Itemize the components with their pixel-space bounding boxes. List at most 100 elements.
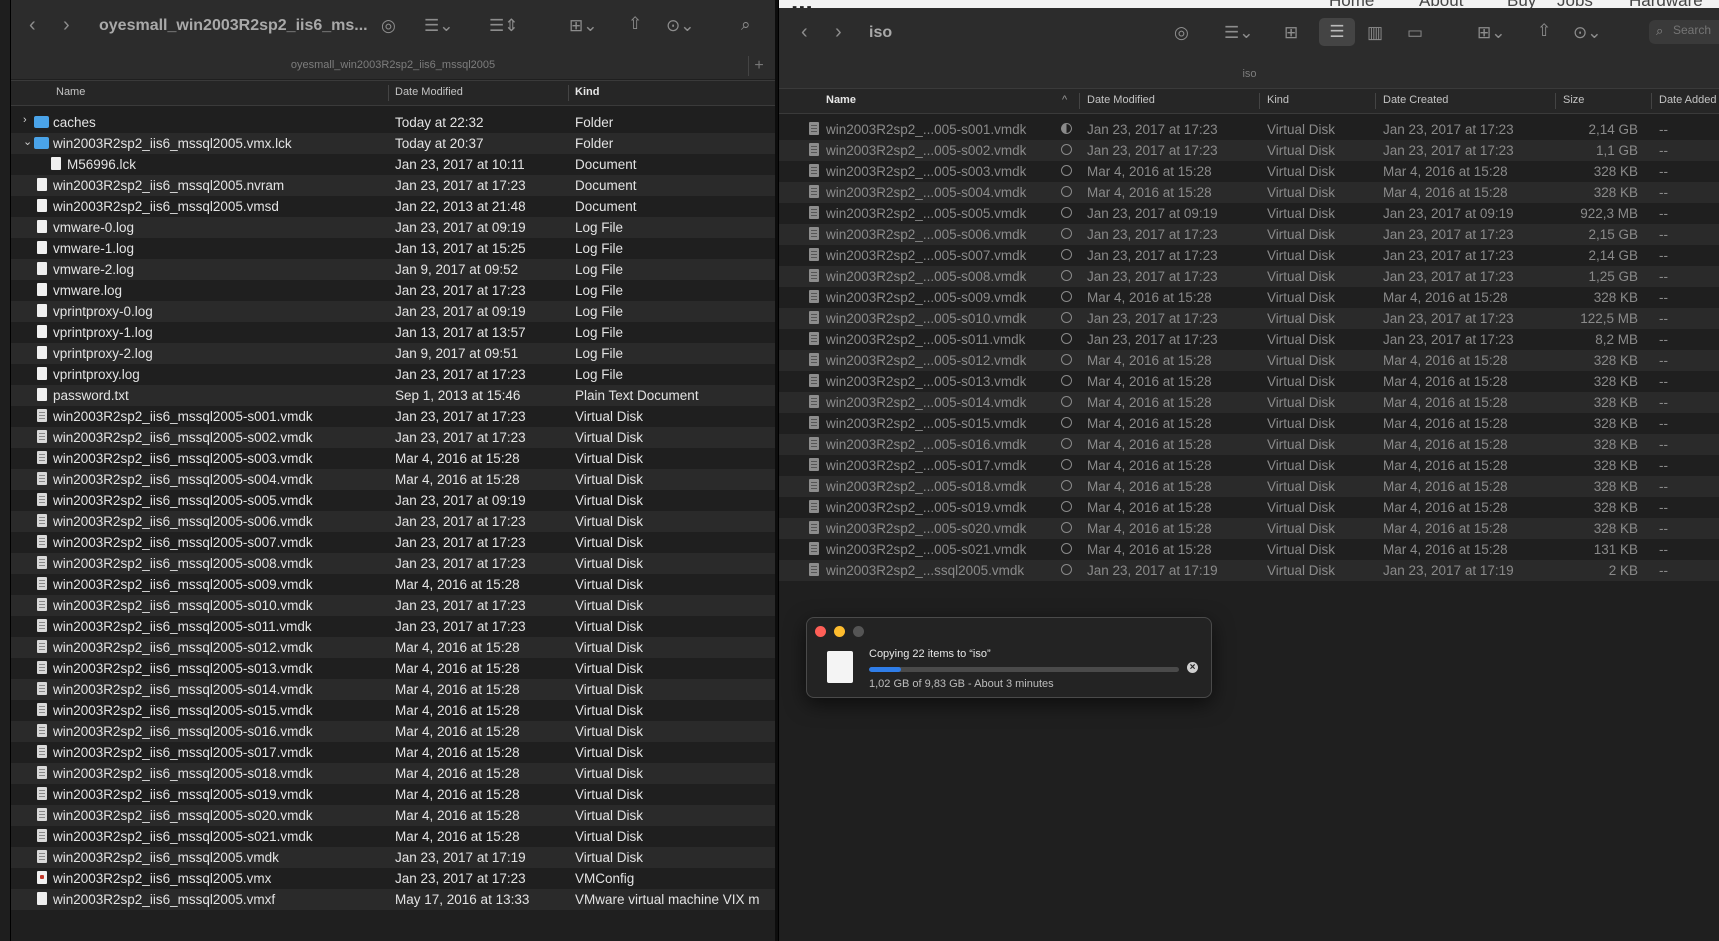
table-row[interactable]: win2003R2sp2_iis6_mssql2005-s009.vmdk Mar… <box>11 574 775 595</box>
table-row[interactable]: win2003R2sp2_...005-s018.vmdk Mar 4, 2016… <box>779 476 1719 497</box>
table-row[interactable]: win2003R2sp2_iis6_mssql2005.vmx Jan 23, 2… <box>11 868 775 889</box>
minimize-button[interactable] <box>834 626 845 637</box>
column-view-icon[interactable]: ▥ <box>1367 23 1383 43</box>
col-date-created[interactable]: Date Created <box>1383 94 1448 106</box>
list-view-icon[interactable]: ☰ <box>1319 18 1355 46</box>
zoom-button[interactable] <box>853 626 864 637</box>
table-row[interactable]: win2003R2sp2_...ssql2005.vmdk Jan 23, 201… <box>779 560 1719 581</box>
forward-icon[interactable]: › <box>835 22 842 42</box>
back-icon[interactable]: ‹ <box>29 15 36 35</box>
table-row[interactable]: win2003R2sp2_...005-s019.vmdk Mar 4, 2016… <box>779 497 1719 518</box>
table-row[interactable]: win2003R2sp2_...005-s013.vmdk Mar 4, 2016… <box>779 371 1719 392</box>
col-kind[interactable]: Kind <box>575 86 599 98</box>
table-row[interactable]: win2003R2sp2_iis6_mssql2005-s018.vmdk Mar… <box>11 763 775 784</box>
cancel-copy-icon[interactable]: × <box>1187 662 1198 673</box>
table-row[interactable]: ⌄ win2003R2sp2_iis6_mssql2005.vmx.lck Toda… <box>11 133 775 154</box>
sort-icon[interactable]: ☰⇕ <box>489 16 518 36</box>
table-row[interactable]: win2003R2sp2_...005-s009.vmdk Mar 4, 2016… <box>779 287 1719 308</box>
table-row[interactable]: password.txt Sep 1, 2013 at 15:46 Plain Te… <box>11 385 775 406</box>
disclosure-collapsed-icon[interactable]: › <box>23 114 27 126</box>
table-row[interactable]: win2003R2sp2_iis6_mssql2005-s008.vmdk Jan… <box>11 553 775 574</box>
table-row[interactable]: win2003R2sp2_...005-s020.vmdk Mar 4, 2016… <box>779 518 1719 539</box>
more-actions-icon[interactable]: ⊙⌄ <box>666 16 695 36</box>
table-row[interactable]: win2003R2sp2_iis6_mssql2005.nvram Jan 23,… <box>11 175 775 196</box>
forward-icon[interactable]: › <box>63 15 70 35</box>
table-row[interactable]: win2003R2sp2_...005-s008.vmdk Jan 23, 201… <box>779 266 1719 287</box>
table-row[interactable]: win2003R2sp2_iis6_mssql2005.vmsd Jan 22, … <box>11 196 775 217</box>
view-options-icon[interactable]: ⊞⌄ <box>1477 23 1506 43</box>
window-title: iso <box>869 24 893 41</box>
table-row[interactable]: vmware-2.log Jan 9, 2017 at 09:52 Log File <box>11 259 775 280</box>
table-row[interactable]: win2003R2sp2_...005-s017.vmdk Mar 4, 2016… <box>779 455 1719 476</box>
table-row[interactable]: win2003R2sp2_iis6_mssql2005-s012.vmdk Mar… <box>11 637 775 658</box>
table-row[interactable]: win2003R2sp2_iis6_mssql2005-s004.vmdk Mar… <box>11 469 775 490</box>
col-date-modified[interactable]: Date Modified <box>1087 94 1155 106</box>
table-row[interactable]: win2003R2sp2_iis6_mssql2005-s020.vmdk Mar… <box>11 805 775 826</box>
col-name[interactable]: Name <box>826 94 856 106</box>
table-row[interactable]: win2003R2sp2_iis6_mssql2005-s007.vmdk Jan… <box>11 532 775 553</box>
table-row[interactable]: win2003R2sp2_iis6_mssql2005-s016.vmdk Mar… <box>11 721 775 742</box>
group-icon[interactable]: ☰⌄ <box>424 16 453 36</box>
more-actions-icon[interactable]: ⊙⌄ <box>1573 23 1602 43</box>
table-row[interactable]: › caches Today at 22:32 Folder <box>11 112 775 133</box>
back-icon[interactable]: ‹ <box>801 22 808 42</box>
disclosure-expanded-icon[interactable]: ⌄ <box>23 135 32 148</box>
col-kind[interactable]: Kind <box>1267 94 1289 106</box>
airdrop-icon[interactable]: ◎ <box>381 16 396 36</box>
table-row[interactable]: vmware.log Jan 23, 2017 at 17:23 Log File <box>11 280 775 301</box>
table-row[interactable]: win2003R2sp2_...005-s007.vmdk Jan 23, 201… <box>779 245 1719 266</box>
col-size[interactable]: Size <box>1563 94 1584 106</box>
table-row[interactable]: win2003R2sp2_...005-s010.vmdk Jan 23, 201… <box>779 308 1719 329</box>
gallery-view-icon[interactable]: ▭ <box>1407 23 1423 43</box>
table-row[interactable]: win2003R2sp2_iis6_mssql2005-s010.vmdk Jan… <box>11 595 775 616</box>
airdrop-icon[interactable]: ◎ <box>1174 23 1189 43</box>
add-tab-button[interactable]: + <box>748 56 769 76</box>
col-name[interactable]: Name <box>56 86 85 98</box>
view-options-icon[interactable]: ⊞⌄ <box>569 16 598 36</box>
table-row[interactable]: win2003R2sp2_...005-s016.vmdk Mar 4, 2016… <box>779 434 1719 455</box>
table-row[interactable]: M56996.lck Jan 23, 2017 at 10:11 Document <box>11 154 775 175</box>
table-row[interactable]: win2003R2sp2_...005-s003.vmdk Mar 4, 2016… <box>779 161 1719 182</box>
table-row[interactable]: win2003R2sp2_...005-s006.vmdk Jan 23, 201… <box>779 224 1719 245</box>
table-row[interactable]: vprintproxy.log Jan 23, 2017 at 17:23 Log … <box>11 364 775 385</box>
table-row[interactable]: vprintproxy-2.log Jan 9, 2017 at 09:51 Log… <box>11 343 775 364</box>
table-row[interactable]: win2003R2sp2_iis6_mssql2005-s015.vmdk Mar… <box>11 700 775 721</box>
table-row[interactable]: win2003R2sp2_...005-s002.vmdk Jan 23, 201… <box>779 140 1719 161</box>
icon-view-icon[interactable]: ⊞ <box>1284 23 1298 43</box>
table-row[interactable]: win2003R2sp2_iis6_mssql2005-s013.vmdk Mar… <box>11 658 775 679</box>
table-row[interactable]: win2003R2sp2_...005-s021.vmdk Mar 4, 2016… <box>779 539 1719 560</box>
table-row[interactable]: vprintproxy-1.log Jan 13, 2017 at 13:57 Lo… <box>11 322 775 343</box>
table-row[interactable]: win2003R2sp2_iis6_mssql2005-s003.vmdk Mar… <box>11 448 775 469</box>
col-date-modified[interactable]: Date Modified <box>395 86 463 98</box>
table-row[interactable]: win2003R2sp2_...005-s012.vmdk Mar 4, 2016… <box>779 350 1719 371</box>
search-input[interactable] <box>1673 23 1719 37</box>
table-row[interactable]: win2003R2sp2_...005-s015.vmdk Mar 4, 2016… <box>779 413 1719 434</box>
share-icon[interactable]: ⇧ <box>1537 21 1551 41</box>
table-row[interactable]: win2003R2sp2_...005-s014.vmdk Mar 4, 2016… <box>779 392 1719 413</box>
table-row[interactable]: win2003R2sp2_iis6_mssql2005-s021.vmdk Mar… <box>11 826 775 847</box>
table-row[interactable]: win2003R2sp2_iis6_mssql2005-s014.vmdk Mar… <box>11 679 775 700</box>
table-row[interactable]: win2003R2sp2_iis6_mssql2005-s002.vmdk Jan… <box>11 427 775 448</box>
table-row[interactable]: win2003R2sp2_iis6_mssql2005-s019.vmdk Mar… <box>11 784 775 805</box>
group-icon[interactable]: ☰⌄ <box>1224 23 1253 43</box>
search-field[interactable]: ⌕ <box>1649 20 1719 44</box>
share-icon[interactable]: ⇧ <box>628 14 642 34</box>
col-date-added[interactable]: Date Added <box>1659 94 1717 106</box>
table-row[interactable]: vmware-1.log Jan 13, 2017 at 15:25 Log Fil… <box>11 238 775 259</box>
table-row[interactable]: win2003R2sp2_iis6_mssql2005-s006.vmdk Jan… <box>11 511 775 532</box>
table-row[interactable]: win2003R2sp2_...005-s004.vmdk Mar 4, 2016… <box>779 182 1719 203</box>
table-row[interactable]: win2003R2sp2_...005-s011.vmdk Jan 23, 201… <box>779 329 1719 350</box>
table-row[interactable]: win2003R2sp2_iis6_mssql2005-s001.vmdk Jan… <box>11 406 775 427</box>
table-row[interactable]: win2003R2sp2_iis6_mssql2005-s017.vmdk Mar… <box>11 742 775 763</box>
table-row[interactable]: vmware-0.log Jan 23, 2017 at 09:19 Log Fil… <box>11 217 775 238</box>
table-row[interactable]: win2003R2sp2_...005-s001.vmdk Jan 23, 201… <box>779 119 1719 140</box>
document-icon <box>37 325 47 338</box>
table-row[interactable]: win2003R2sp2_...005-s005.vmdk Jan 23, 201… <box>779 203 1719 224</box>
table-row[interactable]: win2003R2sp2_iis6_mssql2005-s005.vmdk Jan… <box>11 490 775 511</box>
table-row[interactable]: win2003R2sp2_iis6_mssql2005.vmdk Jan 23, … <box>11 847 775 868</box>
close-button[interactable] <box>815 626 826 637</box>
table-row[interactable]: vprintproxy-0.log Jan 23, 2017 at 09:19 Lo… <box>11 301 775 322</box>
table-row[interactable]: win2003R2sp2_iis6_mssql2005.vmxf May 17, … <box>11 889 775 910</box>
table-row[interactable]: win2003R2sp2_iis6_mssql2005-s011.vmdk Jan… <box>11 616 775 637</box>
search-icon[interactable]: ⌕ <box>741 15 751 35</box>
